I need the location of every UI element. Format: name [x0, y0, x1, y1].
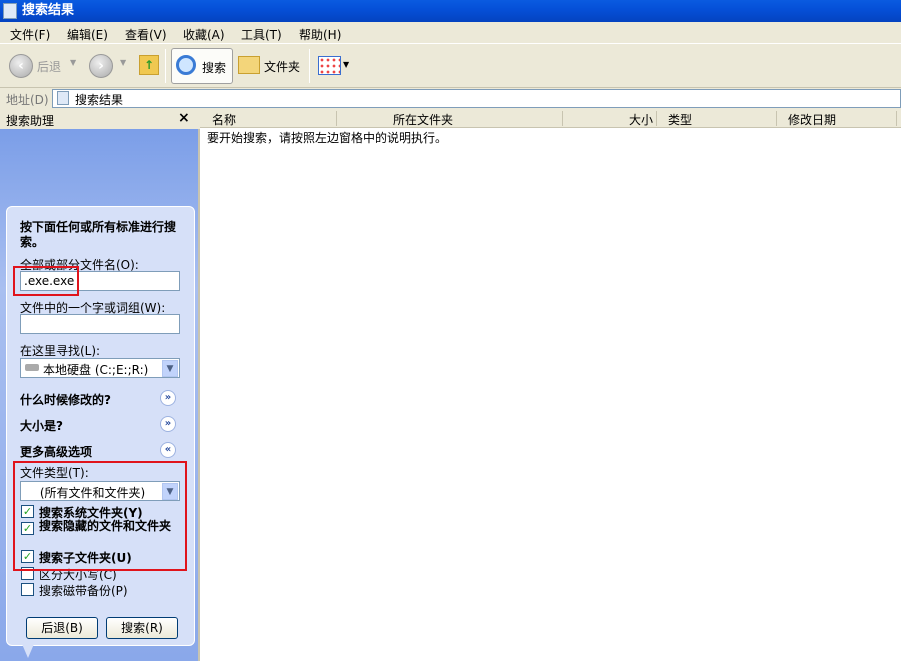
- when-modified-link[interactable]: 什么时候修改的?: [20, 391, 111, 408]
- forward-dropdown-icon[interactable]: ▼: [120, 58, 126, 67]
- size-link[interactable]: 大小是?: [20, 417, 63, 434]
- menu-bar: 文件(F) 编辑(E) 查看(V) 收藏(A) 工具(T) 帮助(H): [0, 22, 901, 44]
- expand-icon[interactable]: »: [160, 416, 176, 432]
- title-bar: 搜索结果: [0, 0, 901, 22]
- lookin-select[interactable]: 本地硬盘 (C:;E:;R:) ▼: [20, 358, 180, 378]
- menu-favorites[interactable]: 收藏(A): [183, 26, 225, 43]
- column-header: 名称 所在文件夹 大小 类型 修改日期: [200, 109, 901, 128]
- folder-icon: [238, 56, 260, 74]
- collapse-icon[interactable]: «: [160, 442, 176, 458]
- back-search-button[interactable]: 后退(B): [26, 617, 98, 639]
- search-results-icon: [57, 91, 69, 105]
- menu-help[interactable]: 帮助(H): [299, 26, 341, 43]
- checkbox-tape-backup[interactable]: [21, 583, 34, 596]
- search-instructions: 按下面任何或所有标准进行搜索。: [20, 220, 177, 249]
- search-button-label: 搜索: [202, 61, 227, 75]
- address-label: 地址(D): [6, 93, 49, 107]
- column-name[interactable]: 名称: [212, 111, 236, 128]
- hard-drive-icon: [25, 364, 39, 371]
- close-pane-icon[interactable]: ×: [178, 110, 190, 126]
- column-folder[interactable]: 所在文件夹: [393, 111, 453, 128]
- views-dropdown-icon[interactable]: ▼: [343, 60, 349, 69]
- toolbar: [0, 44, 901, 88]
- pane-title: 搜索助理: [6, 114, 55, 128]
- advanced-options-link[interactable]: 更多高级选项: [20, 443, 92, 460]
- lookin-value: 本地硬盘 (C:;E:;R:): [43, 363, 149, 377]
- speech-tail: [22, 644, 34, 658]
- views-icon[interactable]: [318, 56, 341, 75]
- toolbar-separator: [309, 49, 310, 83]
- search-button[interactable]: 搜索: [171, 48, 233, 84]
- forward-arrow-icon[interactable]: ›: [89, 54, 113, 78]
- pane-header: 搜索助理 ×: [0, 109, 200, 129]
- magnifier-icon: [176, 55, 196, 75]
- column-size[interactable]: 大小: [629, 111, 653, 128]
- address-input[interactable]: 搜索结果: [52, 89, 901, 108]
- back-arrow-icon[interactable]: ‹: [9, 54, 33, 78]
- chevron-down-icon[interactable]: ▼: [162, 360, 178, 377]
- search-window-icon: [3, 3, 17, 19]
- highlight-box: [13, 266, 79, 296]
- menu-file[interactable]: 文件(F): [10, 26, 50, 43]
- window-title: 搜索结果: [22, 3, 75, 18]
- menu-tools[interactable]: 工具(T): [241, 26, 282, 43]
- word-input[interactable]: [20, 314, 180, 334]
- option-label: 搜索磁带备份(P): [39, 584, 128, 598]
- back-dropdown-icon[interactable]: ▼: [70, 58, 76, 67]
- empty-list-message: 要开始搜索，请按照左边窗格中的说明执行。: [207, 131, 448, 145]
- toolbar-separator: [165, 49, 166, 83]
- address-value: 搜索结果: [75, 93, 124, 107]
- column-modified[interactable]: 修改日期: [788, 111, 836, 128]
- column-type[interactable]: 类型: [668, 111, 692, 128]
- menu-edit[interactable]: 编辑(E): [67, 26, 108, 43]
- start-search-button[interactable]: 搜索(R): [106, 617, 178, 639]
- menu-view[interactable]: 查看(V): [125, 26, 167, 43]
- expand-icon[interactable]: »: [160, 390, 176, 406]
- highlight-box: [13, 461, 187, 571]
- folders-button[interactable]: 文件夹: [264, 58, 300, 75]
- lookin-label: 在这里寻找(L):: [20, 344, 101, 358]
- up-folder-icon[interactable]: ↑: [139, 55, 159, 75]
- back-button[interactable]: 后退: [37, 58, 61, 75]
